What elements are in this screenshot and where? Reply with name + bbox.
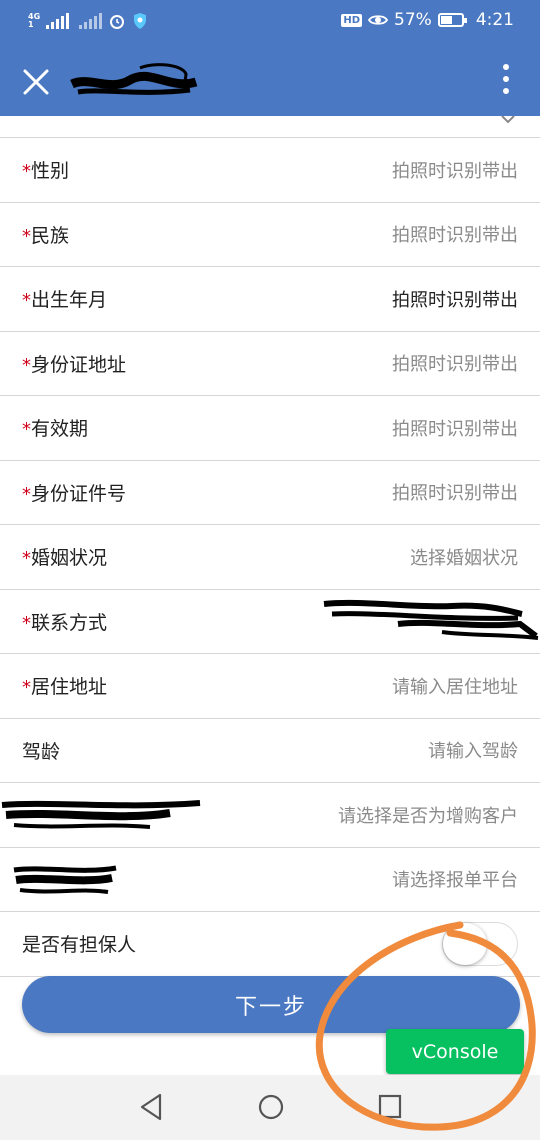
row-value: 拍照时识别带出 — [392, 225, 518, 247]
label-text: 驾龄 — [22, 740, 61, 763]
required-mark: * — [22, 161, 31, 183]
row-value: 请输入居住地址 — [392, 676, 518, 698]
row-value: 选择婚姻状况 — [410, 547, 518, 569]
status-right: HD 57% 4:21 — [341, 10, 514, 30]
clock: 4:21 — [475, 10, 514, 30]
row-value: 请选择报单平台 — [392, 870, 518, 892]
contact-value-redacted — [323, 599, 539, 640]
more-vertical-icon[interactable] — [502, 64, 510, 98]
label-redacted-2 — [13, 865, 117, 894]
required-mark: * — [22, 612, 31, 634]
back-icon[interactable] — [138, 1093, 164, 1121]
label-text: 联系方式 — [31, 611, 108, 634]
page-title-redacted — [70, 63, 198, 95]
row-value: 拍照时识别带出 — [392, 483, 518, 505]
form-row-driving-years[interactable]: 驾龄 请输入驾龄 — [0, 719, 540, 783]
status-left: 4G 1 — [28, 12, 148, 30]
form-row-id-number[interactable]: *身份证件号 拍照时识别带出 — [0, 461, 540, 525]
hd-badge: HD — [341, 13, 363, 27]
label-text: 身份证地址 — [31, 353, 127, 376]
required-mark: * — [22, 483, 31, 505]
required-mark: * — [22, 419, 31, 441]
required-mark: * — [22, 290, 31, 312]
signal-icon-2 — [79, 13, 103, 29]
recents-icon[interactable] — [377, 1093, 403, 1121]
close-icon[interactable] — [22, 68, 50, 96]
row-value: 拍照时识别带出 — [392, 354, 518, 376]
home-icon[interactable] — [257, 1093, 285, 1121]
label-text: 民族 — [31, 224, 70, 247]
customer-form: *性别 拍照时识别带出 *民族 拍照时识别带出 *出生年月 拍照时识别带出 *身… — [0, 116, 540, 977]
label-text: 婚姻状况 — [31, 547, 108, 570]
row-label: *身份证地址 — [22, 350, 126, 377]
system-nav-bar — [0, 1075, 540, 1140]
row-value: 请选择是否为增购客户 — [338, 805, 518, 827]
toggle-knob — [443, 922, 487, 965]
guarantor-toggle[interactable] — [442, 921, 518, 966]
row-value: 请输入驾龄 — [428, 741, 518, 763]
required-mark: * — [22, 225, 31, 247]
status-bar: 4G 1 HD 57% 4:21 — [0, 0, 540, 46]
battery-icon — [437, 13, 467, 27]
network-type: 4G 1 — [28, 12, 41, 29]
form-row-gender[interactable]: *性别 拍照时识别带出 — [0, 138, 540, 203]
row-label: *有效期 — [22, 414, 88, 441]
guarantor-label: 是否有担保人 — [22, 934, 137, 957]
row-value: 拍照时识别带出 — [392, 289, 518, 311]
form-row-birthdate[interactable]: *出生年月 拍照时识别带出 — [0, 267, 540, 332]
alarm-icon — [110, 15, 125, 29]
row-label: *出生年月 — [22, 285, 107, 312]
form-row-id-address[interactable]: *身份证地址 拍照时识别带出 — [0, 332, 540, 396]
eye-icon — [368, 15, 389, 25]
vconsole-button[interactable]: vConsole — [386, 1029, 524, 1074]
form-row-platform[interactable]: 请选择报单平台 — [0, 848, 540, 912]
form-row-validity[interactable]: *有效期 拍照时识别带出 — [0, 396, 540, 461]
form-row-ethnicity[interactable]: *民族 拍照时识别带出 — [0, 203, 540, 267]
label-text: 居住地址 — [31, 676, 108, 699]
row-value: 拍照时识别带出 — [392, 160, 518, 182]
shield-icon — [134, 13, 147, 29]
row-value: 拍照时识别带出 — [392, 418, 518, 440]
row-label: *居住地址 — [22, 672, 107, 699]
label-text: 身份证件号 — [31, 482, 127, 505]
row-label: *婚姻状况 — [22, 543, 107, 570]
form-row-additional-purchase[interactable]: 请选择是否为增购客户 — [0, 783, 540, 848]
chevron-icon — [501, 116, 515, 124]
row-label: *性别 — [22, 156, 69, 183]
row-label: *民族 — [22, 221, 69, 248]
signal-icon — [46, 13, 70, 29]
form-row-contact[interactable]: *联系方式 — [0, 590, 540, 654]
form-row-marital-status[interactable]: *婚姻状况 选择婚姻状况 — [0, 525, 540, 590]
required-mark: * — [22, 548, 31, 570]
next-step-button[interactable]: 下一步 — [22, 976, 520, 1033]
previous-row-partial — [0, 116, 540, 138]
row-label: *身份证件号 — [22, 479, 126, 506]
top-navbar — [0, 46, 540, 116]
form-row-guarantor: 是否有担保人 — [0, 912, 540, 977]
label-redacted — [1, 800, 201, 829]
label-text: 出生年月 — [31, 289, 108, 312]
row-label: 驾龄 — [22, 737, 60, 764]
row-label: *联系方式 — [22, 608, 107, 635]
battery-percent: 57% — [394, 10, 432, 30]
form-row-residence[interactable]: *居住地址 请输入居住地址 — [0, 654, 540, 719]
required-mark: * — [22, 354, 31, 376]
label-text: 性别 — [31, 160, 70, 183]
label-text: 有效期 — [31, 418, 89, 441]
required-mark: * — [22, 677, 31, 699]
